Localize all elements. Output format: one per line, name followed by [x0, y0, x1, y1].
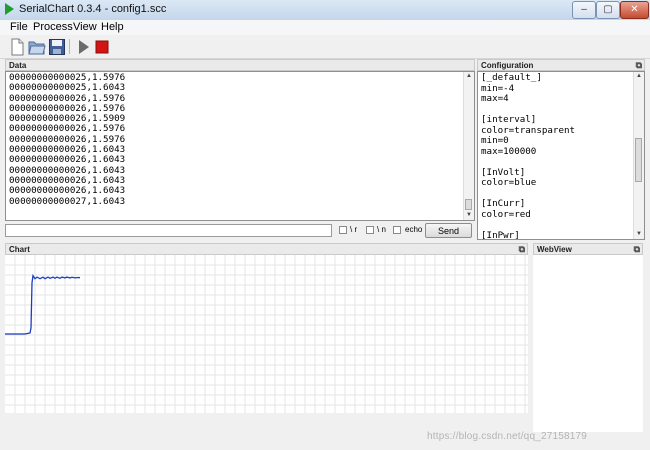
float-window-icon[interactable]: ⧉ — [634, 244, 640, 255]
config-textarea[interactable]: [_default_] min=-4 max=4 [interval] color=t… — [477, 71, 645, 240]
scroll-thumb[interactable] — [465, 199, 472, 210]
scroll-thumb[interactable] — [635, 138, 642, 182]
watermark: https://blog.csdn.net/qq_27158179 — [427, 431, 588, 442]
app-icon — [5, 3, 14, 15]
close-button[interactable]: ✕ — [620, 1, 649, 19]
toolbar — [0, 35, 650, 59]
echo-label: echo — [405, 225, 423, 234]
data-panel-label: Data — [9, 61, 27, 70]
chart-area[interactable] — [5, 255, 528, 413]
run-icon[interactable] — [75, 38, 93, 56]
echo-checkbox[interactable] — [393, 226, 401, 234]
window-title: SerialChart 0.3.4 - config1.scc — [19, 3, 167, 15]
open-folder-icon[interactable] — [28, 38, 46, 56]
menu-process[interactable]: Process — [33, 21, 73, 33]
new-file-icon[interactable] — [8, 38, 26, 56]
cr-label: \ r — [350, 225, 358, 234]
config-line — [481, 220, 575, 231]
data-panel-title: Data — [5, 59, 475, 71]
chart-panel-title[interactable]: Chart ⧉ — [5, 243, 528, 255]
scroll-up-arrow-icon[interactable]: ▲ — [634, 72, 644, 81]
float-window-icon[interactable]: ⧉ — [636, 60, 642, 71]
webview-area — [533, 255, 643, 432]
config-line: [_default_] — [481, 72, 542, 83]
config-line: color=blue — [481, 177, 537, 188]
config-line: [InPwr] — [481, 229, 520, 240]
float-window-icon[interactable]: ⧉ — [519, 244, 525, 255]
stop-icon[interactable] — [93, 38, 111, 56]
webview-panel-label: WebView — [537, 245, 572, 254]
config-panel-title[interactable]: Configuration ⧉ — [477, 59, 645, 71]
menu-view[interactable]: View — [73, 21, 97, 33]
data-scrollbar[interactable]: ▲ ▼ — [463, 72, 474, 220]
config-line: max=100000 — [481, 145, 537, 157]
data-line: 00000000000027,1.6043 — [9, 195, 126, 207]
scroll-down-arrow-icon[interactable]: ▼ — [464, 211, 474, 220]
config-line: color=red — [481, 208, 531, 220]
scroll-down-arrow-icon[interactable]: ▼ — [634, 230, 644, 239]
scroll-up-arrow-icon[interactable]: ▲ — [464, 72, 474, 81]
maximize-button[interactable]: ▢ — [596, 1, 620, 19]
menu-bar: File Process View Help — [0, 20, 650, 35]
webview-panel-title[interactable]: WebView ⧉ — [533, 243, 643, 255]
config-scrollbar[interactable]: ▲ ▼ — [633, 72, 644, 239]
lf-checkbox[interactable] — [366, 226, 374, 234]
config-lines: [_default_] min=-4 max=4 [interval] color=t… — [481, 72, 575, 240]
send-input[interactable] — [5, 224, 332, 237]
config-line: [InCurr] — [481, 198, 526, 209]
config-panel-label: Configuration — [481, 61, 534, 70]
chart-grid — [5, 255, 528, 413]
config-line: [interval] — [481, 114, 537, 125]
toolbar-separator — [69, 39, 70, 54]
save-icon[interactable] — [48, 38, 66, 56]
menu-help[interactable]: Help — [101, 21, 124, 33]
chart-panel-label: Chart — [9, 245, 30, 254]
config-line: max=4 — [481, 93, 509, 104]
data-lines: 00000000000025,1.5976 00000000000025,1.60… — [9, 72, 126, 207]
title-bar[interactable]: SerialChart 0.3.4 - config1.scc – ▢ ✕ — [0, 0, 650, 21]
send-button[interactable]: Send — [425, 223, 472, 238]
lf-label: \ n — [377, 225, 386, 234]
config-line — [481, 157, 575, 168]
data-textarea[interactable]: 00000000000025,1.5976 00000000000025,1.60… — [5, 71, 475, 221]
chart-svg — [5, 255, 528, 413]
cr-checkbox[interactable] — [339, 226, 347, 234]
menu-file[interactable]: File — [10, 21, 28, 33]
config-line: min=0 — [481, 135, 509, 146]
minimize-button[interactable]: – — [572, 1, 596, 19]
